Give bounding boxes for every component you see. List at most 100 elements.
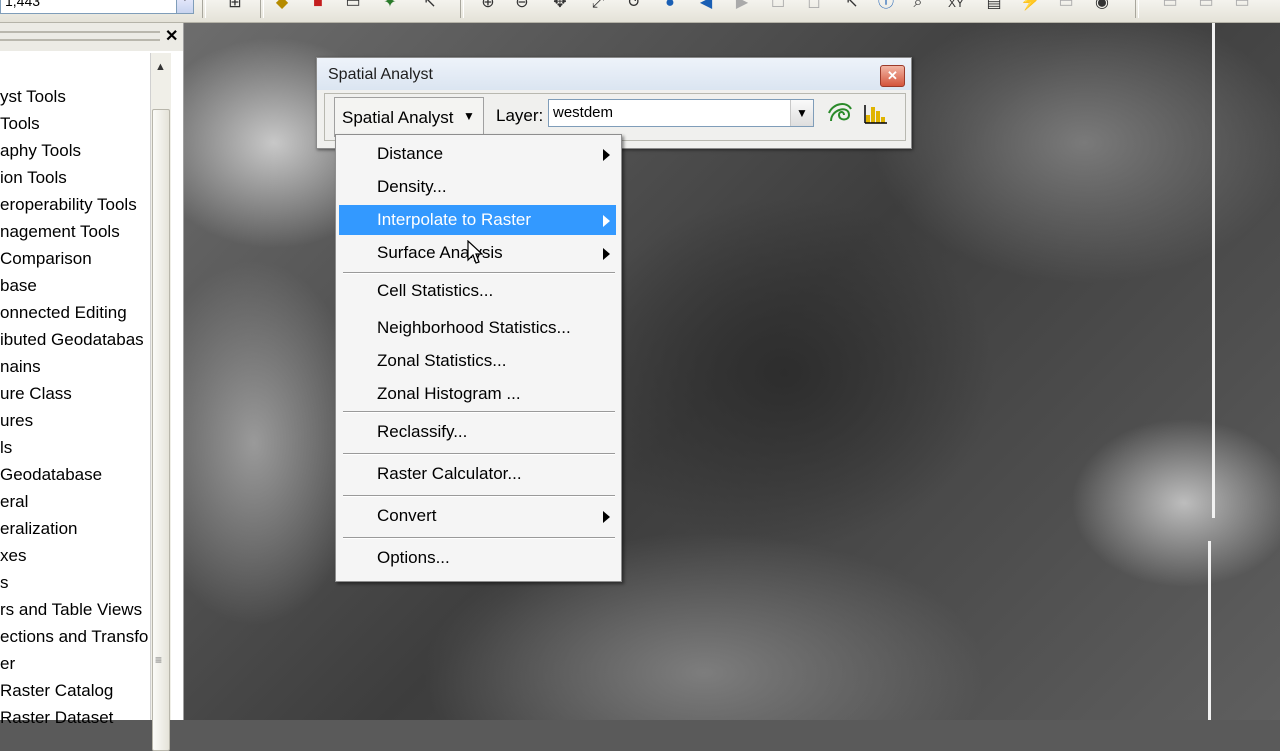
- print-icon[interactable]: ▭: [1232, 0, 1252, 12]
- main-toolbar: 1,443 ▼ ⊞ ◆ ■ ▭ ✦ ↖ ⊕ ⊖ ✥ ⤢ ↺ ● ◀ ▶ ☐ ◻ …: [0, 0, 1280, 23]
- tree-item[interactable]: Raster Catalog: [0, 677, 150, 704]
- toolbox-tree: yst Tools Tools aphy Tools ion Tools ero…: [0, 83, 150, 731]
- menu-separator: [343, 495, 615, 497]
- menu-item-raster-calculator[interactable]: Raster Calculator...: [339, 459, 616, 489]
- map-line: [1208, 541, 1211, 720]
- zoom-out-icon[interactable]: ⊖: [512, 0, 532, 12]
- page-icon[interactable]: ▭: [1196, 0, 1216, 12]
- menu-item-label: Neighborhood Statistics...: [377, 318, 571, 337]
- full-extent-icon[interactable]: ⤢: [588, 0, 608, 12]
- tree-item[interactable]: ibuted Geodatabas: [0, 326, 150, 353]
- find-icon[interactable]: ⌕: [908, 0, 928, 12]
- menu-item-label: Zonal Statistics...: [377, 351, 507, 370]
- tree-item[interactable]: nains: [0, 353, 150, 380]
- measure-icon[interactable]: ▤: [984, 0, 1004, 12]
- coordinate-dropdown-button[interactable]: ▼: [176, 0, 194, 14]
- toolbar-separator: [260, 0, 264, 18]
- menu-item-zonal-histogram[interactable]: Zonal Histogram ...: [339, 379, 616, 409]
- tree-item[interactable]: eralization: [0, 515, 150, 542]
- spatial-analyst-menu-button[interactable]: Spatial Analyst ▼: [334, 97, 484, 137]
- tree-item[interactable]: er: [0, 650, 150, 677]
- menu-item-label: Cell Statistics...: [377, 281, 494, 300]
- clear-selection-icon[interactable]: ◻: [804, 0, 824, 12]
- tree-item[interactable]: onnected Editing: [0, 299, 150, 326]
- tree-item[interactable]: ure Class: [0, 380, 150, 407]
- scroll-up-arrow-icon[interactable]: ▲: [155, 61, 166, 73]
- toolbox-panel: ✕ yst Tools Tools aphy Tools ion Tools e…: [0, 23, 184, 751]
- panel-grip[interactable]: [0, 31, 160, 41]
- layer-label: Layer:: [496, 106, 544, 125]
- tree-item[interactable]: xes: [0, 542, 150, 569]
- menu-separator: [343, 537, 615, 539]
- xy-icon[interactable]: XY: [946, 0, 966, 12]
- vertical-scrollbar[interactable]: ▲ ≡: [150, 53, 171, 751]
- window-title: Spatial Analyst: [328, 66, 433, 83]
- html-popup-icon[interactable]: ▭: [1056, 0, 1076, 12]
- tree-item[interactable]: ion Tools: [0, 164, 150, 191]
- close-icon[interactable]: ✕: [165, 26, 178, 46]
- menu-item-cell-statistics[interactable]: Cell Statistics...: [339, 276, 616, 306]
- select-features-icon[interactable]: ☐: [768, 0, 788, 12]
- hyperlink-icon[interactable]: ⚡: [1020, 0, 1040, 12]
- histogram-icon[interactable]: [863, 101, 889, 125]
- tree-item[interactable]: ections and Transfo: [0, 623, 150, 650]
- layout-icon[interactable]: ▭: [1160, 0, 1180, 12]
- menu-item-convert[interactable]: Convert: [339, 501, 616, 531]
- menu-item-label: Reclassify...: [377, 422, 468, 441]
- pointer-icon[interactable]: ↖: [842, 0, 862, 12]
- submenu-arrow-icon: [603, 215, 610, 227]
- chevron-down-icon[interactable]: ▼: [790, 100, 813, 126]
- tree-item[interactable]: nagement Tools: [0, 218, 150, 245]
- menu-item-label: Zonal Histogram ...: [377, 384, 521, 403]
- menu-item-options[interactable]: Options...: [339, 543, 616, 573]
- tree-item[interactable]: eral: [0, 488, 150, 515]
- tree-item[interactable]: ures: [0, 407, 150, 434]
- tree-item[interactable]: Raster Dataset: [0, 704, 150, 731]
- scroll-grip-icon: ≡: [155, 653, 163, 667]
- menu-item-zonal-statistics[interactable]: Zonal Statistics...: [339, 346, 616, 376]
- title-bar[interactable]: Spatial Analyst ✕: [317, 58, 911, 90]
- forward-icon[interactable]: ▶: [732, 0, 752, 12]
- menu-item-label: Interpolate to Raster: [377, 210, 532, 229]
- tree-item[interactable]: Tools: [0, 110, 150, 137]
- select-icon[interactable]: ↖: [420, 0, 440, 12]
- layer-icon[interactable]: ◆: [272, 0, 292, 12]
- menu-item-interpolate-to-raster[interactable]: Interpolate to Raster: [339, 205, 616, 235]
- menu-item-label: Raster Calculator...: [377, 464, 522, 483]
- tree-item[interactable]: yst Tools: [0, 83, 150, 110]
- tree-item[interactable]: aphy Tools: [0, 137, 150, 164]
- undo-extent-icon[interactable]: ↺: [624, 0, 644, 12]
- submenu-arrow-icon: [603, 248, 610, 260]
- python-icon[interactable]: ✦: [380, 0, 400, 12]
- add-data-icon[interactable]: ⊞: [225, 0, 245, 12]
- tree-item[interactable]: rs and Table Views: [0, 596, 150, 623]
- menu-item-label: Distance: [377, 144, 444, 163]
- layer-select[interactable]: westdem ▼: [548, 99, 814, 127]
- menu-separator: [343, 411, 615, 413]
- menu-item-distance[interactable]: Distance: [339, 139, 616, 169]
- menu-item-neighborhood-statistics[interactable]: Neighborhood Statistics...: [339, 313, 616, 343]
- toolbox-icon[interactable]: ■: [308, 0, 328, 12]
- tree-item[interactable]: Comparison: [0, 245, 150, 272]
- tree-item[interactable]: eroperability Tools: [0, 191, 150, 218]
- back-icon[interactable]: ◀: [696, 0, 716, 12]
- menu-separator: [343, 453, 615, 455]
- toolbar-separator: [1135, 0, 1139, 18]
- toolbar-separator: [460, 0, 464, 18]
- globe-icon[interactable]: ●: [660, 0, 680, 12]
- menu-item-density[interactable]: Density...: [339, 172, 616, 202]
- time-slider-icon[interactable]: ◉: [1092, 0, 1112, 12]
- close-button[interactable]: ✕: [880, 65, 905, 87]
- info-icon[interactable]: ⓘ: [876, 0, 896, 12]
- window-icon[interactable]: ▭: [343, 0, 363, 12]
- zoom-in-icon[interactable]: ⊕: [478, 0, 498, 12]
- tree-item[interactable]: Geodatabase: [0, 461, 150, 488]
- contour-icon[interactable]: [827, 101, 853, 125]
- pan-icon[interactable]: ✥: [550, 0, 570, 12]
- tree-item[interactable]: ls: [0, 434, 150, 461]
- tree-item[interactable]: base: [0, 272, 150, 299]
- toolbar-separator: [202, 0, 206, 18]
- tree-item[interactable]: s: [0, 569, 150, 596]
- menu-item-reclassify[interactable]: Reclassify...: [339, 417, 616, 447]
- coordinate-field[interactable]: 1,443: [0, 0, 190, 14]
